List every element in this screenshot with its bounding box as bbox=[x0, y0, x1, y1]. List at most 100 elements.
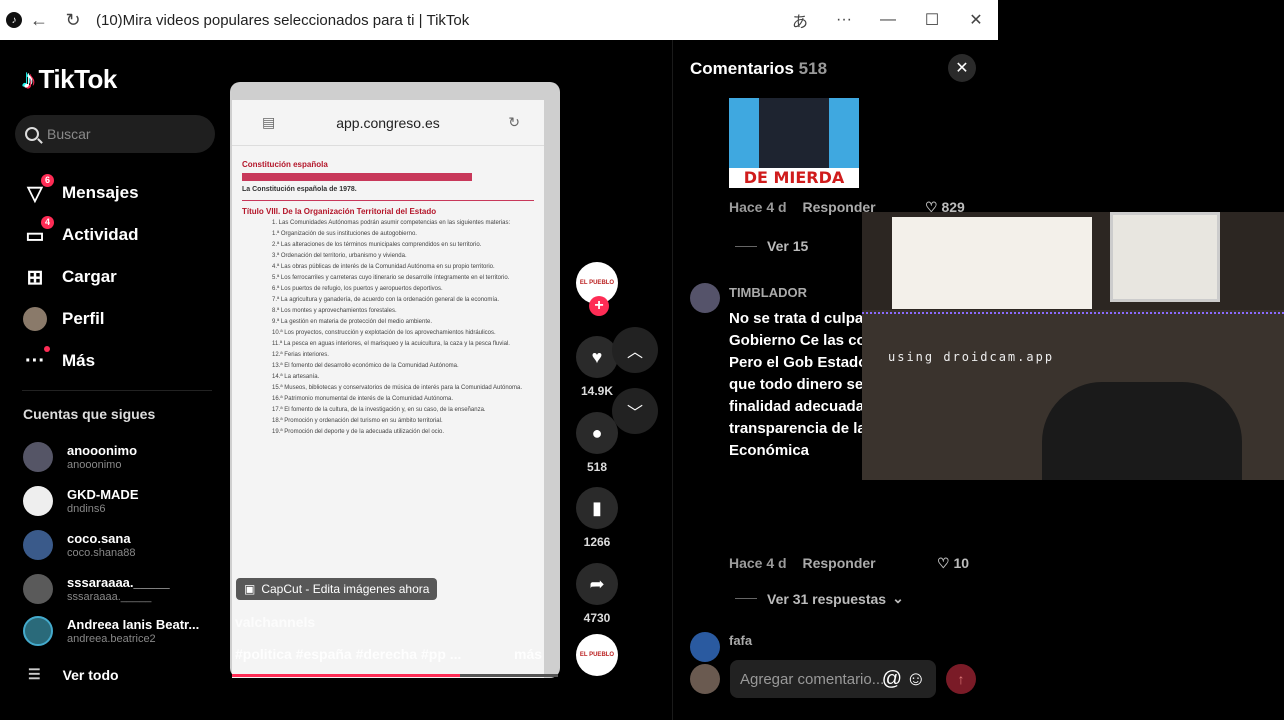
following-account[interactable]: GKD-MADE dndins6 bbox=[23, 486, 139, 516]
account-name: anooonimo bbox=[67, 442, 138, 458]
creator-avatar-button[interactable]: EL PUEBLO + bbox=[574, 262, 620, 316]
nav-item-mas[interactable]: ··· Más bbox=[22, 340, 139, 382]
nav-label: Cargar bbox=[62, 267, 117, 286]
doc-item: 1. Las Comunidades Autónomas podrán asum… bbox=[272, 220, 511, 226]
doc-item: 3.ª Ordenación del territorio, urbanismo… bbox=[272, 253, 407, 259]
comments-count: 518 bbox=[798, 59, 828, 78]
heart-outline-icon: ♡ bbox=[937, 555, 950, 571]
commenter-name[interactable]: TIMBLADOR bbox=[729, 285, 807, 300]
following-account[interactable]: anooonimo anooonimo bbox=[23, 442, 137, 472]
translate-icon[interactable]: あ bbox=[778, 8, 822, 32]
doc-item: 12.ª Ferias interiores. bbox=[272, 352, 329, 358]
doc-item: 1.ª Organización de sus instituciones de… bbox=[272, 231, 417, 237]
music-disc-icon: EL PUEBLO bbox=[576, 634, 618, 676]
follow-plus-icon[interactable]: + bbox=[589, 296, 609, 316]
post-comment-button[interactable]: ↑ bbox=[946, 664, 976, 694]
capcut-icon: ▣ bbox=[244, 582, 256, 596]
view-replies-button[interactable]: Ver 31 respuestas ⌄ bbox=[735, 590, 904, 607]
emoji-icon[interactable]: ☺ bbox=[906, 668, 926, 691]
document-content: Constitución española La Constitución es… bbox=[232, 146, 544, 447]
maximize-button[interactable]: ☐ bbox=[910, 10, 954, 30]
nav-item-cargar[interactable]: ⊞ Cargar bbox=[22, 256, 139, 298]
next-video-button[interactable]: ﹀ bbox=[612, 388, 658, 434]
creator-avatar: EL PUEBLO + bbox=[576, 262, 618, 316]
webcam-watermark: using droidcam.app bbox=[888, 350, 1055, 364]
nav-item-actividad[interactable]: ▭ 4 Actividad bbox=[22, 214, 139, 256]
messages-badge: 6 bbox=[41, 174, 54, 187]
commenter-avatar[interactable] bbox=[690, 283, 720, 313]
see-all-label: Ver todo bbox=[62, 666, 119, 683]
doc-item: 14.ª La artesanía. bbox=[272, 374, 320, 380]
share-count: 4730 bbox=[583, 611, 611, 625]
webcam-chair bbox=[1042, 382, 1242, 480]
comment-like-button[interactable]: ♡ 10 bbox=[937, 555, 969, 572]
account-name: Andreea Ianis Beatr... bbox=[67, 616, 200, 632]
nav-label: Más bbox=[62, 351, 96, 370]
doc-item: 17.ª El fomento de la cultura, de la inv… bbox=[272, 407, 486, 413]
following-account[interactable]: Andreea Ianis Beatr... andreea.beatrice2 bbox=[23, 616, 199, 646]
account-handle: dndins6 bbox=[67, 502, 106, 515]
following-account[interactable]: sssaraaaa._____ sssaraaaa._____ bbox=[23, 574, 170, 604]
tiktok-logo[interactable]: ♪ TikTok bbox=[22, 64, 117, 95]
main-nav: ▽ 6 Mensajes ▭ 4 Actividad ⊞ Cargar Perfil… bbox=[22, 172, 139, 382]
search-input[interactable]: Buscar bbox=[15, 115, 215, 153]
nav-label: Actividad bbox=[62, 225, 139, 244]
commenter-avatar[interactable] bbox=[690, 632, 720, 662]
doc-item: 7.ª La agricultura y ganadería, de acuer… bbox=[272, 297, 500, 303]
sidebar: ♪ TikTok Buscar ▽ 6 Mensajes ▭ 4 Actividad… bbox=[0, 40, 230, 720]
save-button[interactable]: ▮ 1266 bbox=[574, 487, 620, 549]
video-address-bar: ▤ app.congreso.es ↻ bbox=[232, 100, 544, 146]
capcut-banner[interactable]: ▣ CapCut - Edita imágenes ahora bbox=[236, 578, 438, 600]
brand-name: TikTok bbox=[38, 64, 118, 94]
comment-image[interactable]: DE MIERDA bbox=[729, 98, 859, 188]
avatar bbox=[23, 530, 53, 560]
like-count: 14.9K bbox=[580, 384, 614, 398]
account-handle: andreea.beatrice2 bbox=[67, 632, 156, 645]
browser-titlebar: ♪ ← ↻ (10)Mira videos populares seleccio… bbox=[0, 0, 998, 40]
comment-meta: Hace 4 d Responder bbox=[729, 199, 876, 215]
video-progress-fill bbox=[232, 674, 461, 677]
replies-line bbox=[735, 245, 757, 247]
minimize-button[interactable]: — bbox=[866, 11, 910, 29]
view-replies-button[interactable]: Ver 15 bbox=[735, 238, 808, 254]
more-icon: ··· bbox=[22, 346, 50, 374]
see-all-link[interactable]: ☰ Ver todo bbox=[28, 666, 119, 683]
reply-button[interactable]: Responder bbox=[802, 555, 875, 571]
nav-item-mensajes[interactable]: ▽ 6 Mensajes bbox=[22, 172, 139, 214]
mention-icon[interactable]: @ bbox=[882, 668, 902, 691]
heart-icon: ♥ bbox=[576, 336, 618, 378]
reload-icon[interactable]: ↻ bbox=[56, 0, 90, 40]
close-icon: ✕ bbox=[955, 60, 969, 77]
webcam-led-strip bbox=[862, 312, 1284, 314]
comment-input[interactable]: Agregar comentario... @ ☺ bbox=[730, 660, 936, 698]
close-comments-button[interactable]: ✕ bbox=[948, 54, 976, 82]
doc-item: 10.ª Los proyectos, construcción y explo… bbox=[272, 330, 496, 336]
upload-icon: ⊞ bbox=[26, 266, 44, 289]
search-icon bbox=[25, 127, 39, 141]
previous-video-button[interactable]: ︿ bbox=[612, 327, 658, 373]
commenter-name[interactable]: fafa bbox=[729, 633, 752, 648]
comment-button[interactable]: ● 518 bbox=[574, 412, 620, 474]
refresh-icon: ↻ bbox=[508, 114, 520, 130]
video-more-link[interactable]: más bbox=[514, 646, 542, 662]
webcam-window-frame bbox=[1110, 212, 1220, 302]
share-button[interactable]: ➦ 4730 bbox=[574, 563, 620, 625]
arrow-up-icon: ↑ bbox=[957, 671, 965, 687]
my-avatar bbox=[690, 664, 720, 694]
back-arrow-icon[interactable]: ← bbox=[22, 0, 56, 40]
video-url: app.congreso.es bbox=[336, 114, 440, 131]
video-author[interactable]: valchannels bbox=[235, 614, 315, 630]
replies-line bbox=[735, 598, 757, 599]
activity-badge: 4 bbox=[41, 216, 54, 229]
close-window-button[interactable]: ✕ bbox=[954, 10, 998, 30]
sound-disc[interactable]: EL PUEBLO bbox=[574, 634, 620, 676]
video-hashtags[interactable]: #politica #españa #derecha #pp ... bbox=[235, 646, 461, 662]
following-account[interactable]: coco.sana coco.shana88 bbox=[23, 530, 136, 560]
chevron-down-icon: ﹀ bbox=[626, 405, 643, 422]
comment-meta: Hace 4 d Responder bbox=[729, 555, 876, 571]
nav-item-perfil[interactable]: Perfil bbox=[22, 298, 139, 340]
account-name: GKD-MADE bbox=[67, 486, 139, 502]
video-progress[interactable] bbox=[232, 674, 558, 677]
ellipsis-icon[interactable]: ··· bbox=[822, 11, 866, 29]
view-replies-label: Ver 15 bbox=[767, 238, 809, 254]
